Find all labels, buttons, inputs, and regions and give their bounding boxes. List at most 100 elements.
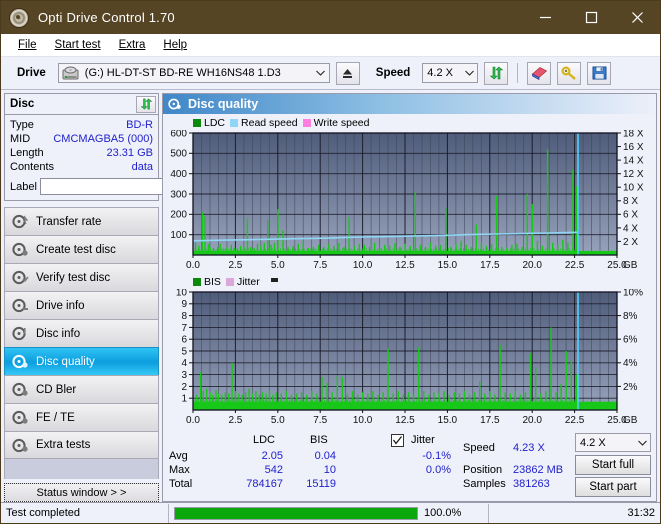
menu-file[interactable]: File	[9, 37, 46, 53]
jitter-label: Jitter	[411, 434, 435, 446]
sidebar: Disc Type BD-R MID CMCMAGBA5 (000) Lengt…	[4, 93, 246, 502]
disc-test-icon	[12, 410, 29, 425]
erase-button[interactable]	[527, 61, 552, 85]
main-panel: Disc quality LDC Read speed Write speed …	[162, 93, 657, 502]
disc-panel-header: Disc	[5, 94, 158, 115]
svg-text:20.0: 20.0	[522, 260, 542, 271]
sidebar-item-disc-quality[interactable]: Disc quality	[4, 347, 159, 375]
svg-text:6%: 6%	[623, 335, 638, 346]
sidebar-item-cd-bler[interactable]: CD Bler	[4, 375, 159, 403]
svg-text:8: 8	[181, 311, 187, 322]
window-title: Opti Drive Control 1.70	[38, 10, 175, 25]
disc-contents-value: data	[131, 161, 153, 173]
refresh-drive-button[interactable]	[484, 61, 509, 85]
sidebar-item-verify-test-disc[interactable]: Verify test disc	[4, 263, 159, 291]
svg-text:22.5: 22.5	[565, 260, 585, 271]
sidebar-item-label: Transfer rate	[36, 215, 102, 228]
jitter-marker-icon	[270, 277, 278, 282]
legend-jitter: Jitter	[225, 276, 260, 288]
chevron-down-icon[interactable]	[313, 70, 329, 76]
svg-text:4%: 4%	[623, 358, 638, 369]
legend-label: Write speed	[313, 117, 370, 129]
svg-text:8%: 8%	[623, 311, 638, 322]
sidebar-item-disc-info[interactable]: Disc info	[4, 319, 159, 347]
sidebar-item-transfer-rate[interactable]: Transfer rate	[4, 207, 159, 235]
disc-panel-title: Disc	[10, 98, 35, 110]
disc-mid-value: CMCMAGBA5 (000)	[53, 133, 153, 145]
sidebar-item-drive-info[interactable]: Drive info	[4, 291, 159, 319]
key-button[interactable]	[557, 61, 582, 85]
svg-text:15.0: 15.0	[438, 260, 458, 271]
stats-ldc-avg: 2.05	[261, 450, 283, 462]
speed-select[interactable]: 4.2 X	[422, 63, 479, 83]
svg-text:7: 7	[181, 323, 187, 334]
drive-value: (G:) HL-DT-ST BD-RE WH16NS48 1.D3	[84, 67, 281, 79]
svg-text:600: 600	[170, 130, 187, 139]
disc-length-value: 23.31 GB	[106, 147, 153, 159]
start-full-button[interactable]: Start full	[575, 455, 651, 475]
menu-start-test[interactable]: Start test	[46, 37, 110, 53]
legend-swatch-write-speed	[302, 119, 311, 127]
disc-test-icon	[12, 438, 29, 453]
disc-row-type: Type BD-R	[10, 118, 153, 132]
bottom-chart-canvas: 12345678910 2% 4% 6% 8% 10% 0.0 2.5 5.0 7.5 10.0 12…	[176, 289, 643, 426]
stats-ldc-max: 542	[264, 464, 283, 476]
stats-samples-value: 381263	[513, 478, 550, 490]
speed-label: Speed	[375, 67, 411, 79]
drive-select[interactable]: (G:) HL-DT-ST BD-RE WH16NS48 1.D3	[57, 63, 330, 83]
start-part-button[interactable]: Start part	[575, 477, 651, 497]
disc-length-key: Length	[10, 147, 44, 159]
sidebar-item-create-test-disc[interactable]: Create test disc	[4, 235, 159, 263]
sidebar-item-label: Drive info	[36, 299, 85, 312]
svg-text:300: 300	[170, 189, 187, 200]
disc-type-key: Type	[10, 119, 34, 131]
drive-toolbar: Drive (G:) HL-DT-ST BD-RE WH16NS48 1.D3	[1, 57, 660, 90]
save-button[interactable]	[587, 61, 612, 85]
menu-extra[interactable]: Extra	[110, 37, 155, 53]
svg-text:6 X: 6 X	[623, 210, 638, 221]
svg-text:10%: 10%	[623, 289, 643, 298]
status-window-button[interactable]: Status window > >	[4, 483, 159, 502]
sidebar-item-label: Verify test disc	[36, 271, 111, 284]
menu-help[interactable]: Help	[154, 37, 196, 53]
sidebar-item-fe-te[interactable]: FE / TE	[4, 403, 159, 431]
close-button[interactable]	[614, 1, 660, 34]
svg-text:12.5: 12.5	[395, 415, 415, 426]
status-message: Test completed	[1, 503, 169, 523]
disc-test-icon	[12, 242, 29, 257]
maximize-button[interactable]	[568, 1, 614, 34]
svg-text:3: 3	[181, 370, 187, 381]
status-progress: 100.0%	[169, 503, 489, 523]
legend-label: Jitter	[236, 276, 260, 288]
minimize-button[interactable]	[522, 1, 568, 34]
stats-speed-label: Speed	[463, 442, 495, 454]
stats-jitter-avg: -0.1%	[422, 450, 451, 462]
disc-refresh-button[interactable]	[136, 95, 156, 113]
jitter-checkbox[interactable]	[391, 434, 404, 447]
nav-list: Transfer rate Create test disc Verify te…	[4, 207, 159, 459]
legend-swatch-bis	[193, 278, 201, 286]
sidebar-item-label: CD Bler	[36, 383, 77, 396]
disc-contents-key: Contents	[10, 161, 55, 173]
chevron-down-icon[interactable]	[461, 70, 477, 76]
top-chart: LDC Read speed Write speed 100 200 300 400 5…	[163, 116, 656, 276]
legend-swatch-jitter	[225, 278, 234, 286]
eject-button[interactable]	[335, 61, 360, 85]
main-panel-header: Disc quality	[163, 94, 656, 114]
svg-text:10.0: 10.0	[353, 415, 373, 426]
sidebar-item-extra-tests[interactable]: Extra tests	[4, 431, 159, 459]
sidebar-item-label: FE / TE	[36, 411, 75, 424]
stats-speed-value: 4.23 X	[513, 442, 545, 454]
svg-text:22.5: 22.5	[565, 415, 585, 426]
bottom-chart-legend: BIS Jitter	[163, 276, 278, 288]
svg-text:0.0: 0.0	[186, 260, 200, 271]
status-elapsed: 31:32	[627, 507, 655, 519]
stats-panel: LDC BIS Avg Max Total 2.05 542 784167 0.…	[163, 431, 656, 501]
disc-test-icon	[12, 214, 29, 229]
charts-area: LDC Read speed Write speed 100 200 300 400 5…	[163, 114, 656, 431]
chevron-down-icon[interactable]	[634, 440, 650, 446]
stats-row-max: Max	[169, 464, 190, 476]
disc-test-icon	[12, 354, 29, 369]
toolbar-separator	[517, 63, 519, 83]
test-speed-select[interactable]: 4.2 X	[575, 433, 651, 452]
